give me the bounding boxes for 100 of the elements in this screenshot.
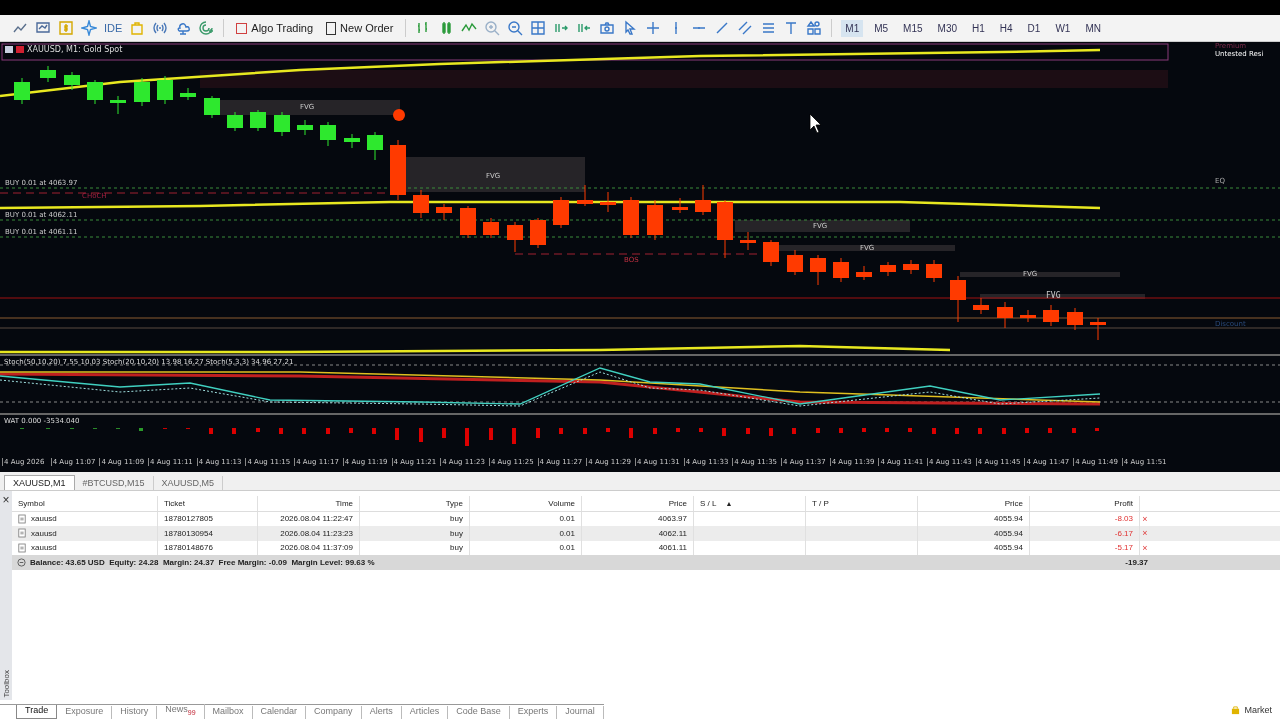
candlestick — [110, 95, 126, 115]
candlestick — [600, 191, 616, 213]
column-header[interactable]: Ticket — [158, 496, 258, 511]
candlestick — [320, 121, 336, 147]
new-order-button[interactable]: New Order — [323, 21, 397, 35]
candlestick — [87, 79, 103, 105]
candlestick — [997, 301, 1013, 329]
account-summary: Balance: 43.65 USD Equity: 24.28 Margin: 24.37 Free Margin: -0.09 Margin Level: 99.63 % — [30, 557, 376, 567]
panel-tab[interactable]: Alerts — [361, 706, 402, 719]
timeframe-button[interactable]: M5 — [870, 19, 893, 37]
candlestick — [297, 119, 313, 136]
dollar-icon[interactable] — [58, 20, 74, 36]
table-cell: buy — [450, 514, 463, 524]
zoom-in-icon[interactable] — [484, 20, 501, 36]
table-cell: 4063.97 — [658, 514, 687, 524]
sparkle-icon[interactable] — [81, 20, 97, 36]
column-header[interactable]: Type — [360, 496, 470, 511]
close-icon[interactable]: × — [1140, 542, 1150, 553]
cloud-icon[interactable] — [175, 20, 192, 36]
candlestick — [436, 203, 452, 221]
candlestick — [274, 111, 290, 137]
candlestick — [134, 77, 150, 107]
candlestick — [903, 259, 919, 275]
crosshair-icon[interactable] — [645, 20, 662, 36]
signal-icon[interactable] — [152, 20, 169, 36]
column-header[interactable]: Time — [258, 496, 360, 511]
shapes-icon[interactable] — [806, 20, 823, 36]
table-cell: 2026.08.04 11:22:47 — [280, 514, 353, 524]
candlestick — [950, 275, 966, 323]
column-header[interactable]: Profit — [1030, 496, 1140, 511]
panel-tab[interactable]: Articles — [401, 706, 449, 719]
panel-tab[interactable]: Calendar — [252, 706, 307, 719]
candlestick — [483, 217, 499, 239]
chart-tab[interactable]: XAUUSD,M1 — [4, 475, 75, 490]
candlestick — [787, 249, 803, 276]
table-cell: xauusd — [31, 528, 57, 538]
candlestick — [367, 131, 383, 161]
candlestick — [1043, 304, 1059, 327]
timeframe-button[interactable]: M15 — [899, 19, 927, 37]
timeframe-button[interactable]: H4 — [995, 19, 1017, 37]
column-header[interactable]: Symbol — [12, 496, 158, 511]
timeframe-button[interactable]: D1 — [1023, 19, 1045, 37]
column-header[interactable]: Price — [918, 496, 1030, 511]
toolbox-label[interactable]: Toolbox — [1, 670, 11, 698]
column-header[interactable]: T / P — [806, 496, 918, 511]
panel-tab[interactable]: Company — [306, 706, 362, 719]
zoom-out-icon[interactable] — [507, 20, 524, 36]
table-row[interactable]: xauusd 18780130954 2026.08.04 11:23:23 buy 0.01 4062.11 4055.94 -6.17 × — [12, 526, 1280, 541]
timeframe-button[interactable]: H1 — [968, 19, 989, 37]
panel-tab[interactable]: Exposure — [57, 706, 113, 719]
panel-tab[interactable]: Experts — [509, 706, 558, 719]
table-cell: 0.01 — [559, 514, 575, 524]
table-cell: buy — [450, 543, 463, 553]
candlestick — [577, 184, 593, 207]
camera-icon[interactable] — [599, 20, 616, 36]
timeframe-button[interactable]: W1 — [1051, 19, 1075, 37]
candlestick — [856, 265, 872, 281]
cursor-icon[interactable] — [622, 20, 639, 36]
document-icon — [18, 528, 26, 539]
channel-icon[interactable] — [737, 20, 754, 36]
document-icon — [18, 542, 26, 553]
target-icon[interactable] — [198, 20, 215, 36]
table-cell: 2026.08.04 11:37:09 — [280, 543, 353, 553]
timeframe-button[interactable]: M1 — [841, 19, 864, 37]
table-cell: -5.17 — [1114, 543, 1133, 553]
candlestick — [40, 65, 56, 83]
candlestick — [204, 95, 220, 119]
candlestick — [553, 196, 569, 229]
panel-tab[interactable]: Code Base — [448, 706, 510, 719]
table-cell: xauusd — [31, 543, 57, 553]
candlestick — [344, 133, 360, 149]
close-icon[interactable]: × — [1140, 528, 1150, 539]
close-icon[interactable]: × — [1140, 513, 1150, 524]
collapse-icon[interactable] — [17, 557, 26, 567]
column-header[interactable]: Price — [582, 496, 694, 511]
panel-tab[interactable]: Mailbox — [204, 706, 253, 719]
market-button[interactable]: Market — [1225, 700, 1280, 720]
bag-icon[interactable] — [129, 20, 146, 36]
chart-tab[interactable]: XAUUSD,M5 — [153, 476, 224, 490]
column-header[interactable]: Volume — [470, 496, 582, 511]
panel-tab[interactable]: Journal — [557, 706, 604, 719]
grid-icon[interactable] — [530, 20, 547, 36]
timeframe-button[interactable]: M30 — [933, 19, 961, 37]
panel-tab[interactable]: History — [112, 706, 158, 719]
mouse-pointer-icon — [809, 113, 822, 134]
close-icon[interactable]: × — [2, 493, 10, 507]
candlestick — [973, 297, 989, 315]
candlestick — [740, 231, 756, 251]
panel-tab[interactable]: News$_{99}$ — [157, 704, 205, 719]
timeframe-button[interactable]: MN — [1081, 19, 1105, 37]
chart-tab[interactable]: #BTCUSD,M15 — [74, 476, 154, 490]
table-cell: buy — [450, 528, 463, 538]
algo-trading-button[interactable]: Algo Trading — [233, 22, 317, 34]
candlestick — [1067, 307, 1083, 331]
chart-window-icon[interactable] — [35, 20, 51, 36]
candlestick — [926, 259, 942, 283]
fibonacci-icon[interactable] — [760, 20, 777, 36]
panel-tab[interactable]: Trade — [16, 705, 58, 719]
ide-button[interactable]: IDE — [104, 22, 123, 34]
table-cell: 4055.94 — [994, 528, 1023, 538]
